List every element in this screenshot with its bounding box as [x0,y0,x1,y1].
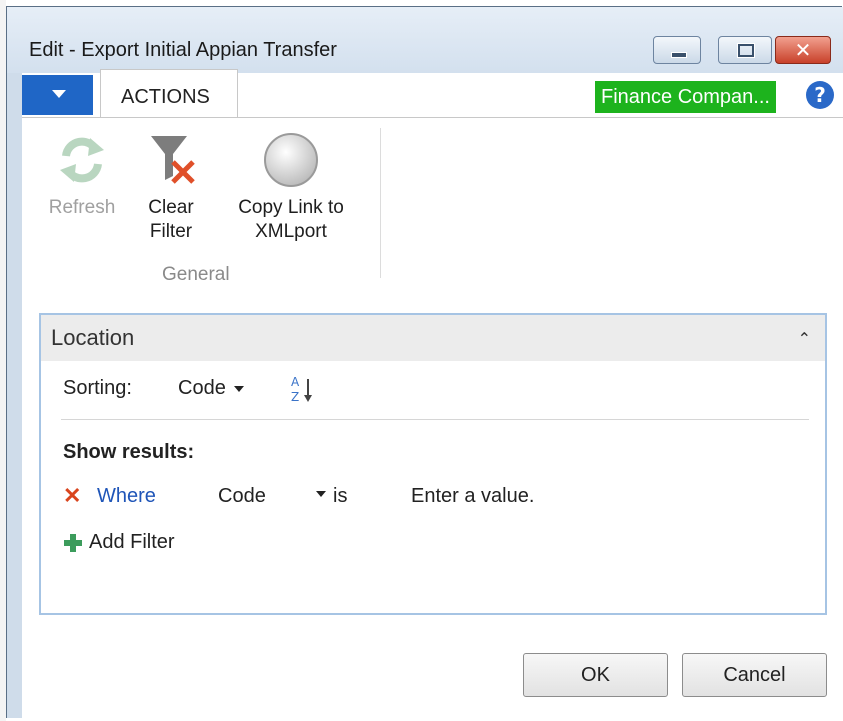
clear-filter-label-line1: Clear [148,197,194,218]
close-button[interactable]: ✕ [775,36,831,64]
plus-icon [63,533,83,553]
minimize-icon [671,52,687,58]
help-icon[interactable]: ? [806,81,834,109]
tab-actions-label: ACTIONS [121,86,210,108]
panel-header[interactable]: Location ⌃ [41,315,825,361]
dropdown-arrow-icon [52,90,66,98]
minimize-button[interactable] [653,36,701,64]
refresh-label: Refresh [48,197,116,218]
filter-operator: is [333,485,348,507]
maximize-button[interactable] [718,36,772,64]
link-circle-icon [263,132,319,188]
cancel-button[interactable]: Cancel [682,653,827,697]
sorting-dropdown[interactable]: Code [178,377,244,400]
chevron-down-icon [233,385,244,392]
filter-row: ✕ Where Code is Enter a value. [63,483,803,513]
ribbon-group-label: General [162,264,230,285]
application-menu-button[interactable] [22,75,93,115]
ribbon-panel: Refresh Clear Filter Copy Link to XMLpor… [22,117,843,296]
panel-title: Location [51,325,135,350]
where-link[interactable]: Where [97,485,156,508]
clear-filter-button[interactable]: Clear Filter [136,132,206,244]
sorting-label: Sorting: [63,377,132,399]
company-badge[interactable]: Finance Compan... [595,81,776,113]
ok-button[interactable]: OK [523,653,668,697]
tab-actions[interactable]: ACTIONS [100,69,238,118]
group-divider [380,128,381,278]
close-icon: ✕ [794,38,812,62]
svg-text:A: A [291,375,300,389]
title-bar: Edit - Export Initial Appian Transfer ✕ [7,7,843,73]
copy-link-label-line1: Copy Link to [238,197,344,218]
clear-filter-label-line2: Filter [149,221,193,242]
show-results-label: Show results: [63,441,195,463]
clear-filter-icon [143,132,199,188]
maximize-icon [738,44,754,57]
divider [61,419,809,420]
copy-link-button[interactable]: Copy Link to XMLport [220,132,362,244]
refresh-button[interactable]: Refresh [40,132,124,220]
ribbon-tab-bar: ACTIONS Finance Compan... ? [22,69,843,118]
chevron-up-icon[interactable]: ⌃ [798,329,811,348]
copy-link-label-line2: XMLport [255,221,327,242]
add-filter-label: Add Filter [89,531,175,553]
remove-filter-icon[interactable]: ✕ [63,483,81,509]
sorting-value: Code [178,377,226,399]
chevron-down-icon[interactable] [316,491,326,497]
dialog-content: Location ⌃ Sorting: Code A Z Show result… [22,295,843,718]
filter-field-value[interactable]: Code [218,485,266,508]
filter-value-input[interactable]: Enter a value. [411,485,534,508]
svg-text:Z: Z [291,390,299,404]
window-title: Edit - Export Initial Appian Transfer [29,39,337,61]
refresh-icon [54,132,110,188]
filter-panel: Location ⌃ Sorting: Code A Z Show result… [39,313,827,615]
sort-ascending-icon[interactable]: A Z [289,373,317,405]
